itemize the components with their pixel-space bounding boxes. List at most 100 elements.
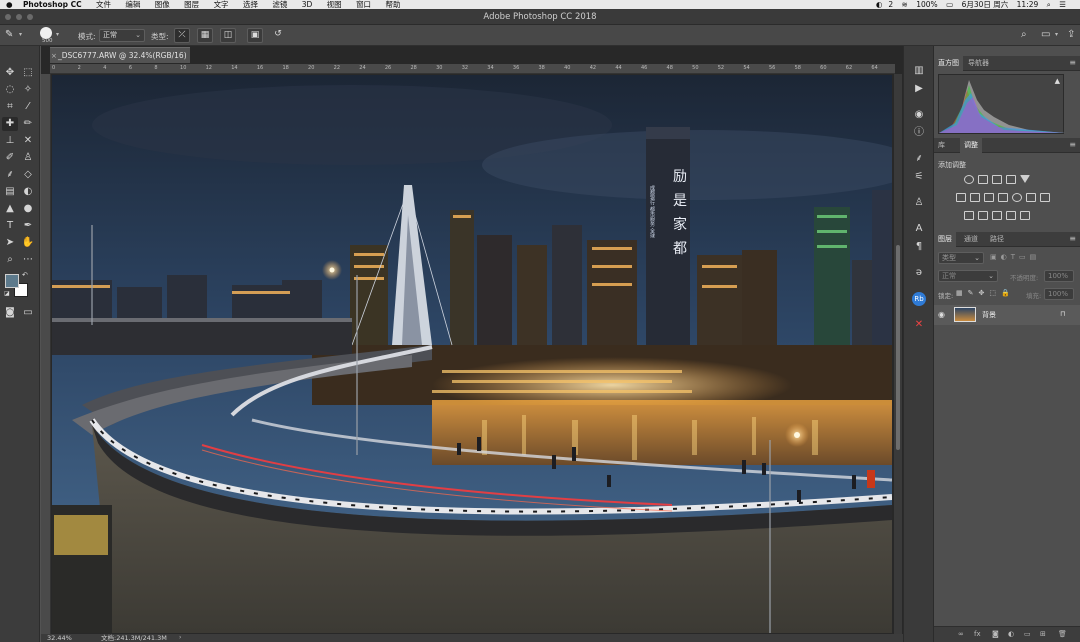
gradient-map-icon[interactable] xyxy=(1006,211,1016,220)
screen-mode-icon[interactable]: ▭ xyxy=(20,306,36,320)
mode-select[interactable]: 正常 ⌄ xyxy=(99,29,145,42)
marquee-tool-icon[interactable]: ⬚ xyxy=(20,66,36,80)
history-panel-icon[interactable]: ▥ xyxy=(911,64,927,78)
menu-view[interactable]: 视图 xyxy=(327,0,342,9)
menu-window[interactable]: 窗口 xyxy=(356,0,371,9)
brightness-contrast-icon[interactable] xyxy=(964,175,974,184)
blend-mode-select[interactable]: 正常 ⌄ xyxy=(938,270,998,282)
brush-tool-icon[interactable]: ✏ xyxy=(20,117,36,131)
default-colors-icon[interactable]: ◪ xyxy=(4,290,10,297)
paint-bucket-tool-icon[interactable]: ◐ xyxy=(20,185,36,199)
panel-menu-icon[interactable]: ≡ xyxy=(1069,58,1076,67)
menu-edit[interactable]: 编辑 xyxy=(125,0,140,9)
paragraph-panel-icon[interactable]: ¶ xyxy=(911,240,927,254)
fx-icon[interactable]: fx xyxy=(974,630,981,638)
date-label[interactable]: 6月30日 周六 xyxy=(962,0,1009,9)
curves-icon[interactable] xyxy=(992,175,1002,184)
zoom-level[interactable]: 32.44% xyxy=(47,634,72,642)
color-balance-icon[interactable] xyxy=(984,193,994,202)
add-mask-icon[interactable]: ◙ xyxy=(992,630,999,638)
opacity-input[interactable]: 100% xyxy=(1044,270,1074,282)
layer-row-background[interactable]: ◉ 背景 ⊓ xyxy=(934,305,1080,325)
status-menu-chevron-icon[interactable]: › xyxy=(179,634,181,642)
info-panel-icon[interactable]: ⓘ xyxy=(911,126,927,140)
workspace-icon[interactable]: ▭ xyxy=(1041,29,1050,40)
layer-name[interactable]: 背景 xyxy=(982,310,996,320)
notification-icon[interactable]: ◐ xyxy=(876,0,883,9)
proximity-match-button[interactable]: ◫ xyxy=(220,28,236,43)
channel-mixer-icon[interactable] xyxy=(1026,193,1036,202)
gradient-triangle-icon[interactable] xyxy=(1020,175,1030,183)
art-history-brush-icon[interactable]: ⸙ xyxy=(2,168,18,182)
horizontal-ruler[interactable]: 0 2 4 6 8 10 12 14 16 18 20 22 24 26 28 30 32 34 36 38 40 42 4… xyxy=(50,64,895,74)
color-lookup-icon[interactable] xyxy=(1040,193,1050,202)
lasso-tool-icon[interactable]: ◌ xyxy=(2,83,18,97)
tab-navigator[interactable]: 导航器 xyxy=(964,56,993,71)
search-icon[interactable]: ⌕ xyxy=(1021,29,1027,40)
clone-stamp-tool-icon[interactable]: ♙ xyxy=(20,151,36,165)
tab-histogram[interactable]: 直方图 xyxy=(934,56,963,71)
menu-layer[interactable]: 图层 xyxy=(184,0,199,9)
tab-adjustments[interactable]: 调整 xyxy=(960,138,982,153)
layer-filter-icons[interactable]: ▣◐T▭▤ xyxy=(990,253,1040,261)
foreground-color-swatch[interactable] xyxy=(5,274,19,288)
document-tab[interactable]: _DSC6777.ARW @ 32.4%(RGB/16) × xyxy=(50,47,190,63)
menu-help[interactable]: 帮助 xyxy=(385,0,400,9)
battery-icon[interactable]: ▭ xyxy=(946,0,953,9)
new-group-icon[interactable]: ▭ xyxy=(1024,630,1031,638)
menu-file[interactable]: 文件 xyxy=(96,0,111,9)
apple-icon[interactable]: ● xyxy=(6,0,13,9)
magic-wand-tool-icon[interactable]: ✧ xyxy=(20,83,36,97)
adjustment-layer-icon[interactable]: ◐ xyxy=(1008,630,1014,638)
new-layer-icon[interactable]: ⊞ xyxy=(1040,630,1046,638)
close-tab-icon[interactable]: × xyxy=(51,48,57,64)
vertical-scroll-thumb[interactable] xyxy=(896,245,900,450)
brush-picker-chevron-icon[interactable]: ▾ xyxy=(56,31,59,38)
workspace-chevron-icon[interactable]: ▾ xyxy=(1055,31,1058,38)
image-canvas[interactable]: 励 是 家 都 成都银行 都市服务 全球 xyxy=(52,75,892,633)
color-panel-icon[interactable]: ◉ xyxy=(911,108,927,122)
adjust-panel-menu-icon[interactable]: ≡ xyxy=(1069,140,1076,149)
menu-type[interactable]: 文字 xyxy=(214,0,229,9)
wifi-icon[interactable]: ≋ xyxy=(902,0,908,9)
warning-icon[interactable]: ▲ xyxy=(1055,77,1060,85)
eyedropper-tool-icon[interactable]: ⁄ xyxy=(20,100,36,114)
menu-extras-icon[interactable]: ☰ xyxy=(1059,0,1066,9)
photo-filter-icon[interactable] xyxy=(1012,193,1022,202)
delete-layer-icon[interactable]: 🗑 xyxy=(1058,630,1067,638)
zoom-window-button[interactable] xyxy=(27,14,33,20)
lock-buttons[interactable]: ▦✎✥⬚🔒 xyxy=(956,289,1015,297)
minimize-window-button[interactable] xyxy=(16,14,22,20)
eraser-tool-icon[interactable]: ◇ xyxy=(20,168,36,182)
healing-brush-tool-icon[interactable]: ✚ xyxy=(2,117,18,131)
menu-filter[interactable]: 滤镜 xyxy=(272,0,287,9)
clone-source-icon[interactable]: ♙ xyxy=(911,196,927,210)
swap-colors-icon[interactable]: ↶ xyxy=(22,271,28,279)
eye-icon[interactable]: ◉ xyxy=(938,310,945,319)
layer-filter-select[interactable]: 类型 ⌄ xyxy=(938,252,984,264)
time-label[interactable]: 11:29 xyxy=(1017,0,1039,9)
character-panel-icon[interactable]: A xyxy=(911,222,927,236)
content-aware-button[interactable]: ⤫ xyxy=(174,28,190,43)
history-brush-tool-icon[interactable]: ✐ xyxy=(2,151,18,165)
plugin-panel-icon[interactable]: Rb xyxy=(912,292,926,306)
layers-panel-menu-icon[interactable]: ≡ xyxy=(1069,234,1076,243)
spotlight-icon[interactable]: ⌕ xyxy=(1047,0,1051,9)
invert-icon[interactable] xyxy=(964,211,974,220)
hand-tool-icon[interactable]: ✋ xyxy=(20,236,36,250)
extension-panel-icon[interactable]: ✕ xyxy=(911,318,927,332)
document-info[interactable]: 文档:241.3M/241.3M xyxy=(101,634,167,642)
link-layers-icon[interactable]: ∞ xyxy=(958,630,964,638)
tool-preset-chevron-icon[interactable]: ▾ xyxy=(19,31,22,38)
black-white-icon[interactable] xyxy=(998,193,1008,202)
brush-settings-icon[interactable]: ⸙ xyxy=(911,152,927,166)
share-icon[interactable]: ⇪ xyxy=(1067,29,1075,40)
pressure-size-icon[interactable]: ↺ xyxy=(270,28,286,43)
layer-thumbnail[interactable] xyxy=(954,307,976,322)
tab-channels[interactable]: 通道 xyxy=(960,232,982,247)
actions-panel-icon[interactable]: ▶ xyxy=(911,82,927,96)
pen-tool-icon[interactable]: ✒ xyxy=(20,219,36,233)
selective-color-icon[interactable] xyxy=(1020,211,1030,220)
dodge-tool-icon[interactable]: ● xyxy=(20,202,36,216)
properties-panel-icon[interactable]: ⚟ xyxy=(911,170,927,184)
